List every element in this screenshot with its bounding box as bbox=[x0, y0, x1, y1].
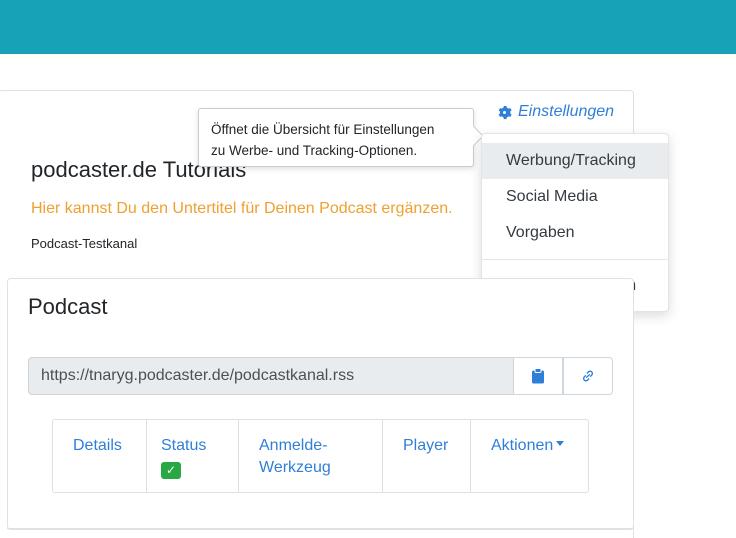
tab-player[interactable]: Player bbox=[383, 420, 471, 492]
tab-details[interactable]: Details bbox=[53, 420, 147, 492]
tooltip-line-1: Öffnet die Übersicht für Einstellungen bbox=[211, 122, 435, 137]
tab-aktionen-dropdown[interactable]: Aktionen bbox=[471, 420, 588, 492]
copy-url-button[interactable] bbox=[513, 357, 563, 395]
settings-label: Einstellungen bbox=[518, 103, 615, 120]
status-check-badge: ✓ bbox=[161, 462, 181, 479]
podcast-tabs: Details Status ✓ Anmelde- Werkzeug Playe… bbox=[52, 419, 589, 493]
tooltip-line-2: zu Werbe- und Tracking-Optionen. bbox=[211, 143, 418, 158]
channel-subtitle[interactable]: Hier kannst Du den Untertitel für Deinen… bbox=[31, 200, 453, 218]
tab-status-label: Status bbox=[161, 437, 207, 454]
tab-anmelde-line-1: Anmelde- bbox=[259, 437, 328, 454]
feed-url-field[interactable]: https://tnaryg.podcaster.de/podcastkanal… bbox=[28, 357, 514, 395]
link-icon bbox=[583, 370, 593, 382]
tab-aktionen-label: Aktionen bbox=[491, 437, 554, 454]
tab-anmelde-werkzeug[interactable]: Anmelde- Werkzeug bbox=[239, 420, 383, 492]
menu-item-vorgaben[interactable]: Vorgaben bbox=[482, 215, 668, 251]
open-link-button[interactable] bbox=[563, 357, 613, 395]
menu-item-werbung-tracking[interactable]: Werbung/Tracking bbox=[482, 143, 668, 179]
tab-anmelde-line-2: Werkzeug bbox=[259, 459, 331, 476]
tab-player-label: Player bbox=[403, 437, 449, 454]
card-divider bbox=[7, 528, 634, 529]
settings-tooltip: Öffnet die Übersicht für Einstellungen z… bbox=[198, 108, 484, 167]
channel-name: Podcast-Testkanal bbox=[31, 236, 138, 251]
tab-status[interactable]: Status ✓ bbox=[147, 420, 239, 492]
clipboard-icon bbox=[532, 368, 544, 384]
top-header-bar bbox=[0, 0, 736, 54]
chevron-down-icon bbox=[556, 441, 565, 447]
podcast-heading: Podcast bbox=[28, 294, 108, 319]
gear-icon bbox=[498, 105, 512, 119]
tab-details-label: Details bbox=[73, 437, 122, 454]
menu-divider bbox=[482, 259, 668, 260]
menu-item-social-media[interactable]: Social Media bbox=[482, 179, 668, 215]
settings-link[interactable]: Einstellungen bbox=[497, 101, 614, 123]
